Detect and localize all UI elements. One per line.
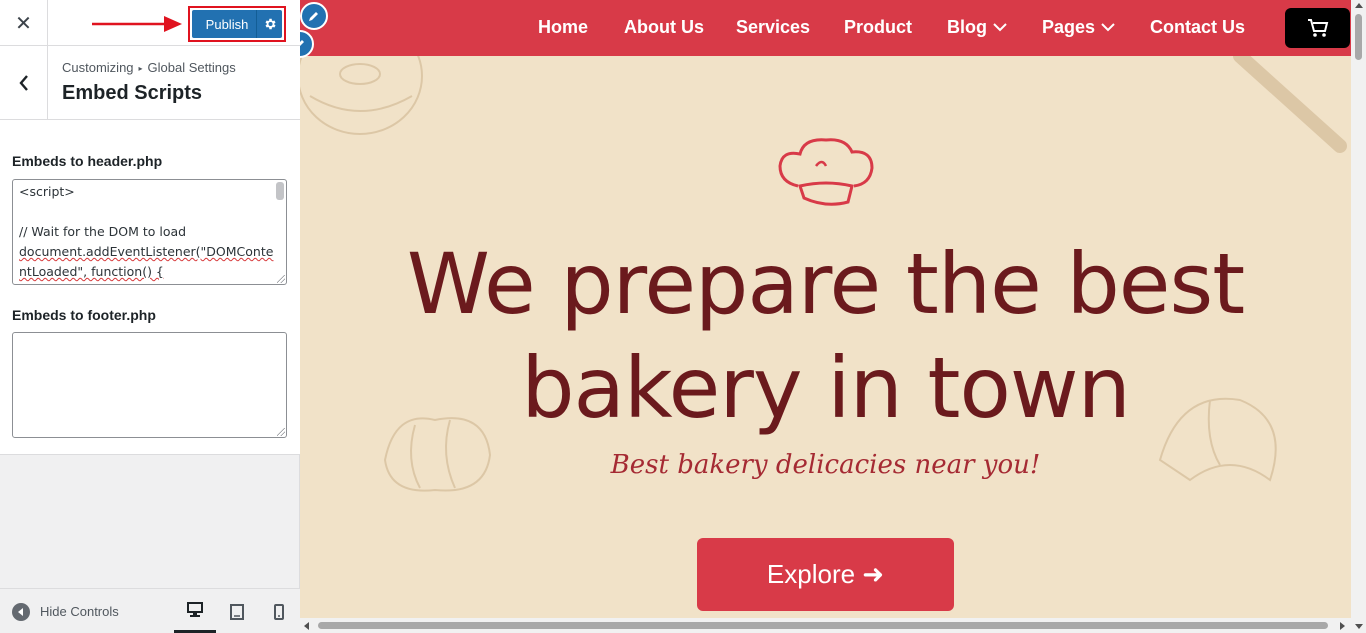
nav-item-pages[interactable]: Pages — [1042, 17, 1115, 38]
back-button[interactable] — [0, 46, 48, 120]
hero-title: We prepare the best bakery in town — [300, 232, 1351, 440]
code-line: // Wait for the DOM to load — [19, 224, 187, 239]
nav-label: Pages — [1042, 17, 1096, 37]
customizer-panel: ✕ Publish Customizing ▸ Global Settings Em… — [0, 0, 300, 633]
chevron-left-icon — [18, 75, 28, 91]
code-line: document.addEventListener("DOMConte — [19, 244, 274, 259]
horizontal-scroll-thumb[interactable] — [318, 622, 1328, 629]
section-title: Embed Scripts — [62, 82, 203, 104]
publish-settings-gear-icon[interactable] — [256, 10, 282, 38]
close-icon: ✕ — [15, 12, 32, 35]
breadcrumb: Customizing ▸ Global Settings — [62, 60, 236, 75]
vertical-scrollbar[interactable] — [1351, 0, 1366, 633]
nav-label: Services — [736, 17, 811, 37]
nav-item-home[interactable]: Home — [538, 17, 588, 38]
close-customizer-button[interactable]: ✕ — [0, 0, 48, 46]
hero-subtitle: Best bakery delicacies near you! — [610, 450, 1041, 480]
collapse-arrow-icon — [12, 602, 30, 621]
embed-controls: Embeds to header.php <script> // Wait fo… — [0, 120, 300, 455]
nav-item-blog[interactable]: Blog — [947, 17, 1007, 38]
nav-label: About Us — [624, 17, 704, 37]
preview-desktop-button[interactable] — [174, 589, 216, 633]
chevron-down-icon — [993, 23, 1007, 32]
vertical-scroll-thumb[interactable] — [1355, 14, 1362, 60]
preview-tablet-button[interactable] — [216, 589, 258, 633]
annotation-arrow-icon — [92, 16, 182, 32]
explore-button[interactable]: Explore ➜ — [697, 538, 954, 611]
scroll-right-arrow-icon[interactable] — [1340, 622, 1345, 630]
edit-shortcut-pencil-icon[interactable] — [300, 2, 328, 30]
breadcrumb-separator: ▸ — [138, 64, 143, 73]
textarea-scrollbar[interactable] — [276, 182, 284, 200]
breadcrumb-parent: Global Settings — [147, 60, 236, 75]
resize-handle-icon[interactable] — [277, 275, 285, 283]
nav-label: Blog — [947, 17, 987, 37]
chevron-down-icon — [1101, 23, 1115, 32]
scroll-up-arrow-icon[interactable] — [1355, 3, 1363, 8]
nav-item-about-us[interactable]: About Us — [624, 17, 704, 38]
code-line: ntLoaded", function() { — [19, 264, 164, 279]
desktop-icon — [187, 602, 203, 617]
footer-embed-textarea[interactable] — [12, 332, 287, 438]
site-navbar: Home About Us Services Product Blog Page… — [300, 0, 1351, 56]
hide-controls-label: Hide Controls — [40, 604, 119, 619]
site-preview: Home About Us Services Product Blog Page… — [300, 0, 1351, 618]
scroll-down-arrow-icon[interactable] — [1355, 624, 1363, 629]
hero-title-line: bakery in town — [521, 339, 1131, 437]
hero-title-line: We prepare the best — [406, 235, 1245, 333]
cart-button[interactable] — [1285, 8, 1350, 48]
chef-hat-logo-icon — [778, 138, 874, 206]
customizer-header: ✕ Publish — [0, 0, 300, 46]
donut-sketch-icon — [300, 56, 423, 135]
section-header: Customizing ▸ Global Settings Embed Script… — [0, 46, 300, 120]
nav-label: Contact Us — [1150, 17, 1246, 37]
resize-handle-icon[interactable] — [277, 428, 285, 436]
nav-label: Home — [538, 17, 589, 37]
nav-item-product[interactable]: Product — [844, 17, 912, 38]
header-embed-label: Embeds to header.php — [12, 153, 163, 169]
nav-label: Product — [844, 17, 913, 37]
nav-item-contact-us[interactable]: Contact Us — [1150, 17, 1245, 38]
header-embed-textarea[interactable]: <script> // Wait for the DOM to load doc… — [12, 179, 287, 285]
tablet-icon — [230, 603, 244, 620]
breadcrumb-root: Customizing — [62, 60, 134, 75]
footer-embed-label: Embeds to footer.php — [12, 307, 156, 323]
shopping-cart-icon — [1307, 19, 1328, 37]
preview-mobile-button[interactable] — [258, 589, 300, 633]
nav-item-services[interactable]: Services — [736, 17, 810, 38]
mobile-icon — [274, 603, 284, 620]
customizer-footer: Hide Controls — [0, 588, 300, 633]
horizontal-scrollbar[interactable] — [300, 618, 1351, 633]
publish-label: Publish — [205, 16, 249, 32]
publish-button[interactable]: Publish — [192, 10, 282, 38]
rolling-pin-sketch-icon — [1233, 56, 1347, 153]
scroll-left-arrow-icon[interactable] — [304, 622, 309, 630]
publish-highlight-box: Publish — [188, 6, 286, 42]
hide-controls-button[interactable]: Hide Controls — [12, 589, 119, 633]
code-line: <script> — [19, 184, 75, 199]
